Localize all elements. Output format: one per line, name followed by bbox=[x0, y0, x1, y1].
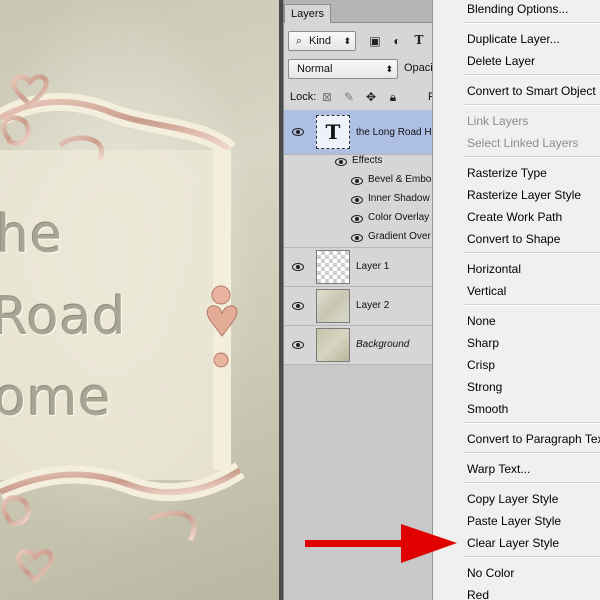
effect-row[interactable]: Inner Shadow bbox=[284, 190, 444, 209]
menu-item-vertical[interactable]: Vertical bbox=[467, 280, 506, 302]
red-pointer-arrow-icon bbox=[305, 524, 457, 563]
blend-row: Normal ⬍ Opacit bbox=[284, 58, 444, 80]
effect-name: Inner Shadow bbox=[368, 193, 430, 204]
effects-label: Effects bbox=[352, 155, 383, 166]
layer-name: Layer 1 bbox=[356, 261, 390, 272]
menu-item-horizontal[interactable]: Horizontal bbox=[467, 258, 521, 280]
canvas-text-line-3: ome bbox=[0, 368, 112, 428]
effects-group-row[interactable]: Effects bbox=[284, 152, 444, 171]
layer-row-layer-1[interactable]: Layer 1 bbox=[284, 248, 444, 287]
type-filter-icon[interactable]: T bbox=[412, 33, 426, 47]
menu-separator bbox=[463, 452, 600, 454]
layer-row-background[interactable]: Background bbox=[284, 326, 444, 365]
menu-separator bbox=[463, 304, 600, 306]
search-icon: ⌕ bbox=[295, 35, 303, 47]
menu-separator bbox=[463, 156, 600, 158]
menu-item-create-work-path[interactable]: Create Work Path bbox=[467, 206, 562, 228]
eye-visibility-icon[interactable] bbox=[291, 340, 305, 350]
eye-visibility-icon[interactable] bbox=[350, 233, 364, 243]
effect-row[interactable]: Color Overlay bbox=[284, 209, 444, 228]
effect-row[interactable]: Bevel & Embos bbox=[284, 171, 444, 190]
layers-panel-tabbar: Layers bbox=[284, 0, 444, 23]
menu-item-select-linked-layers: Select Linked Layers bbox=[467, 136, 579, 150]
effect-name: Gradient Over bbox=[368, 231, 431, 242]
filter-kind-value: Kind bbox=[309, 35, 332, 47]
lock-row: Lock: ⊠ ✎ ✥ 🔒︎ F bbox=[284, 86, 444, 108]
menu-item-red[interactable]: Red bbox=[467, 584, 489, 600]
menu-item-paste-layer-style[interactable]: Paste Layer Style bbox=[467, 510, 561, 532]
layers-panel: Layers ⌕ Kind ⬍ ▣ ◐ T ▭ Normal ⬍ Opacit … bbox=[283, 0, 444, 600]
menu-item-clear-layer-style[interactable]: Clear Layer Style bbox=[467, 532, 559, 554]
eye-visibility-icon[interactable] bbox=[291, 127, 305, 137]
layer-name: the Long Road H bbox=[356, 127, 432, 138]
lock-image-brush-icon[interactable]: ✎ bbox=[342, 90, 356, 104]
eye-visibility-icon[interactable] bbox=[291, 301, 305, 311]
menu-separator bbox=[463, 422, 600, 424]
pixel-filter-icon[interactable]: ▣ bbox=[368, 34, 382, 48]
menu-item-rasterize-layer-style[interactable]: Rasterize Layer Style bbox=[467, 184, 581, 206]
menu-separator bbox=[463, 252, 600, 254]
layer-thumbnail bbox=[316, 289, 350, 323]
menu-item-warp-text[interactable]: Warp Text... bbox=[467, 458, 530, 480]
menu-item-convert-to-smart-object[interactable]: Convert to Smart Object bbox=[467, 80, 596, 102]
eye-visibility-icon[interactable] bbox=[350, 195, 364, 205]
lock-label: Lock: bbox=[290, 91, 317, 103]
menu-separator bbox=[463, 104, 600, 106]
layer-thumbnail bbox=[316, 250, 350, 284]
menu-separator bbox=[463, 74, 600, 76]
eye-visibility-icon[interactable] bbox=[350, 176, 364, 186]
layer-context-menu: Blending Options... Duplicate Layer... D… bbox=[432, 0, 600, 600]
eye-visibility-icon[interactable] bbox=[350, 214, 364, 224]
menu-separator bbox=[463, 22, 600, 24]
chevron-updown-icon: ⬍ bbox=[385, 64, 393, 74]
menu-item-rasterize-type[interactable]: Rasterize Type bbox=[467, 162, 547, 184]
menu-item-antialias-crisp[interactable]: Crisp bbox=[467, 354, 495, 376]
menu-item-antialias-smooth[interactable]: Smooth bbox=[467, 398, 508, 420]
canvas-text-line-1: he bbox=[0, 205, 63, 265]
menu-item-link-layers: Link Layers bbox=[467, 114, 529, 128]
tab-layers[interactable]: Layers bbox=[284, 4, 332, 23]
eye-visibility-icon[interactable] bbox=[291, 262, 305, 272]
menu-item-delete-layer[interactable]: Delete Layer bbox=[467, 50, 535, 72]
layer-thumbnail bbox=[316, 328, 350, 362]
lock-transparent-icon[interactable]: ⊠ bbox=[320, 90, 334, 104]
effect-row[interactable]: Gradient Over bbox=[284, 228, 444, 248]
chevron-updown-icon: ⬍ bbox=[343, 36, 351, 46]
menu-item-antialias-strong[interactable]: Strong bbox=[467, 376, 502, 398]
effect-name: Bevel & Embos bbox=[368, 174, 437, 185]
menu-separator bbox=[463, 556, 600, 558]
effect-name: Color Overlay bbox=[368, 212, 430, 223]
menu-item-convert-to-paragraph-text[interactable]: Convert to Paragraph Text bbox=[467, 428, 600, 450]
menu-item-antialias-none[interactable]: None bbox=[467, 310, 496, 332]
lock-position-move-icon[interactable]: ✥ bbox=[364, 90, 378, 104]
menu-item-blending-options[interactable]: Blending Options... bbox=[467, 0, 568, 20]
menu-item-copy-layer-style[interactable]: Copy Layer Style bbox=[467, 488, 558, 510]
layer-row-type-layer[interactable]: T the Long Road H bbox=[284, 110, 444, 155]
document-canvas[interactable]: he Road ome bbox=[0, 0, 283, 600]
adjustment-filter-icon[interactable]: ◐ bbox=[390, 34, 404, 48]
menu-item-convert-to-shape[interactable]: Convert to Shape bbox=[467, 228, 560, 250]
menu-item-duplicate-layer[interactable]: Duplicate Layer... bbox=[467, 28, 560, 50]
canvas-text-line-2: Road bbox=[0, 287, 127, 347]
blend-mode-value: Normal bbox=[297, 63, 333, 75]
layer-name: Background bbox=[356, 339, 410, 350]
menu-separator bbox=[463, 482, 600, 484]
layer-name: Layer 2 bbox=[356, 300, 390, 311]
lock-all-padlock-icon[interactable]: 🔒︎ bbox=[386, 90, 400, 104]
menu-item-no-color[interactable]: No Color bbox=[467, 562, 514, 584]
blend-mode-select[interactable]: Normal ⬍ bbox=[288, 59, 398, 79]
menu-icon-gutter bbox=[433, 0, 459, 600]
menu-item-antialias-sharp[interactable]: Sharp bbox=[467, 332, 499, 354]
layer-filter-row: ⌕ Kind ⬍ ▣ ◐ T ▭ bbox=[284, 30, 444, 52]
filter-kind-select[interactable]: ⌕ Kind ⬍ bbox=[288, 31, 356, 51]
type-layer-thumbnail-icon: T bbox=[316, 115, 350, 149]
layer-row-layer-2[interactable]: Layer 2 bbox=[284, 287, 444, 326]
eye-visibility-icon[interactable] bbox=[334, 157, 348, 167]
